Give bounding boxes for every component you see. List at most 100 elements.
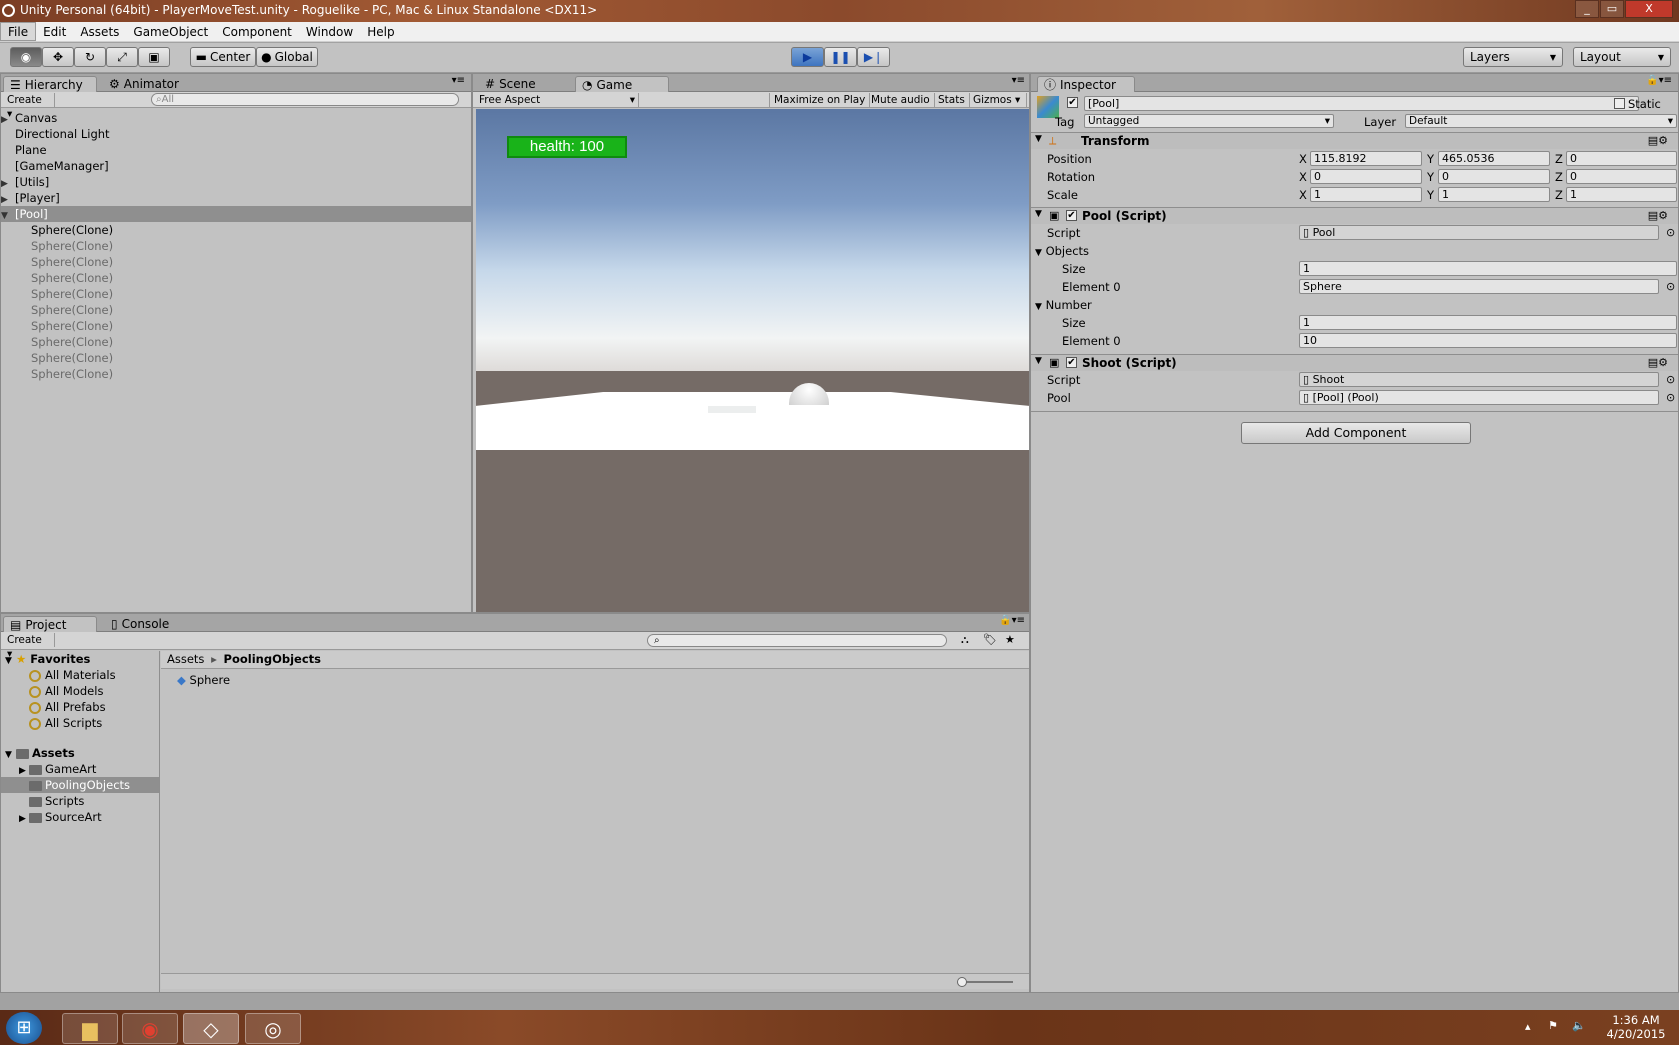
asset-folder-scripts[interactable]: Scripts [1, 793, 159, 809]
hierarchy-item-gamemanager[interactable]: [GameManager] [1, 158, 471, 174]
taskbar-app[interactable]: ◎ [245, 1013, 301, 1044]
object-picker-icon[interactable]: ⊙ [1666, 280, 1675, 293]
static-checkbox[interactable] [1614, 98, 1625, 109]
pivot-global-button[interactable]: ● Global [256, 47, 318, 67]
hierarchy-item-directional-light[interactable]: Directional Light [1, 126, 471, 142]
action-center-icon[interactable]: ⚑ [1548, 1019, 1558, 1032]
pool-script-header[interactable]: ▼ ▣ ✔ Pool (Script) ▤⚙ [1031, 207, 1678, 224]
stats-toggle[interactable]: Stats [934, 93, 970, 107]
hierarchy-child-item[interactable]: Sphere(Clone) [1, 286, 471, 302]
layer-dropdown[interactable]: Default ▾ [1405, 114, 1677, 128]
game-viewport[interactable]: health: 100 [476, 109, 1029, 612]
tab-scene[interactable]: # Scene [479, 76, 542, 92]
collapse-arrow-icon[interactable]: ▼ [1035, 356, 1042, 366]
active-checkbox[interactable]: ✔ [1067, 97, 1078, 108]
rotate-tool-button[interactable]: ↻ [74, 47, 106, 67]
layers-dropdown[interactable]: Layers ▼ [1463, 47, 1563, 67]
hierarchy-child-item[interactable]: Sphere(Clone) [1, 318, 471, 334]
tab-hierarchy[interactable]: ☰ Hierarchy [3, 76, 97, 92]
hierarchy-child-item[interactable]: Sphere(Clone) [1, 222, 471, 238]
shoot-script-field[interactable]: ▯ Shoot [1299, 372, 1659, 387]
filter-label-icon[interactable]: 🏷 [983, 633, 997, 646]
collapse-arrow-icon[interactable]: ▼ [1035, 209, 1042, 219]
hierarchy-child-item[interactable]: Sphere(Clone) [1, 238, 471, 254]
add-component-button[interactable]: Add Component [1241, 422, 1471, 444]
tab-console[interactable]: ▯ Console [105, 616, 175, 632]
position-x-field[interactable]: 115.8192 [1310, 151, 1422, 166]
component-settings-icon[interactable]: ▤⚙ [1648, 134, 1668, 147]
asset-folder-poolingobjects[interactable]: PoolingObjects [1, 777, 159, 793]
rect-tool-button[interactable]: ▣ [138, 47, 170, 67]
breadcrumb-assets[interactable]: Assets [167, 652, 204, 666]
object-name-field[interactable]: [Pool] [1084, 96, 1639, 111]
transform-header[interactable]: ▼ ⟂ Transform ▤⚙ [1031, 132, 1678, 149]
menu-edit[interactable]: Edit [36, 22, 73, 41]
hierarchy-child-item[interactable]: Sphere(Clone) [1, 334, 471, 350]
objects-element0-field[interactable]: Sphere [1299, 279, 1659, 294]
gizmos-dropdown[interactable]: Gizmos ▾ [969, 93, 1027, 107]
component-settings-icon[interactable]: ▤⚙ [1648, 356, 1668, 369]
scale-tool-button[interactable]: ⤢ [106, 47, 138, 67]
project-create-button[interactable]: Create ▾ [3, 633, 55, 660]
breadcrumb-current[interactable]: PoolingObjects [224, 652, 321, 666]
objects-size-field[interactable]: 1 [1299, 261, 1677, 276]
maximize-button[interactable]: ▭ [1600, 0, 1624, 18]
hierarchy-child-item[interactable]: Sphere(Clone) [1, 350, 471, 366]
favorite-item[interactable]: All Prefabs [1, 699, 159, 715]
view-tool-button[interactable]: ◉ [10, 47, 42, 67]
tab-inspector[interactable]: ⓘ Inspector [1037, 76, 1135, 92]
position-y-field[interactable]: 465.0536 [1438, 151, 1550, 166]
component-settings-icon[interactable]: ▤⚙ [1648, 209, 1668, 222]
tab-game[interactable]: ◔ Game [575, 76, 669, 92]
taskbar-unity[interactable]: ◇ [183, 1013, 239, 1044]
menu-file[interactable]: File [0, 22, 37, 41]
layout-dropdown[interactable]: Layout ▼ [1573, 47, 1671, 67]
icon-size-slider-thumb[interactable] [957, 977, 967, 987]
minimize-button[interactable]: _ [1575, 0, 1599, 18]
shoot-enabled-checkbox[interactable]: ✔ [1066, 357, 1077, 368]
lock-icon[interactable]: 🔒▾≡ [1646, 75, 1672, 86]
panel-menu-icon[interactable]: ▾≡ [1012, 75, 1025, 86]
menu-component[interactable]: Component [215, 22, 299, 41]
position-z-field[interactable]: 0 [1566, 151, 1677, 166]
number-foldout[interactable]: ▼ Number [1035, 298, 1092, 312]
show-hidden-icons-icon[interactable]: ▴ [1525, 1020, 1531, 1033]
pool-reference-field[interactable]: ▯ [Pool] (Pool) [1299, 390, 1659, 405]
objects-foldout[interactable]: ▼ Objects [1035, 244, 1089, 258]
pool-script-field[interactable]: ▯ Pool [1299, 225, 1659, 240]
rotation-y-field[interactable]: 0 [1438, 169, 1550, 184]
object-picker-icon[interactable]: ⊙ [1666, 226, 1675, 239]
scale-x-field[interactable]: 1 [1310, 187, 1422, 202]
menu-assets[interactable]: Assets [73, 22, 126, 41]
assets-root[interactable]: ▼ Assets [1, 745, 159, 761]
object-picker-icon[interactable]: ⊙ [1666, 373, 1675, 386]
filter-type-icon[interactable]: ⛬ [961, 633, 969, 647]
object-picker-icon[interactable]: ⊙ [1666, 391, 1675, 404]
mute-audio-toggle[interactable]: Mute audio [867, 93, 935, 107]
project-search-input[interactable]: ⌕ [647, 634, 947, 647]
menu-help[interactable]: Help [360, 22, 401, 41]
scale-y-field[interactable]: 1 [1438, 187, 1550, 202]
collapse-arrow-icon[interactable]: ▼ [1035, 134, 1042, 144]
taskbar-chrome[interactable]: ◉ [122, 1013, 178, 1044]
asset-folder-sourceart[interactable]: ▶ SourceArt [1, 809, 159, 825]
start-button[interactable]: ⊞ [6, 1012, 42, 1044]
pool-enabled-checkbox[interactable]: ✔ [1066, 210, 1077, 221]
hierarchy-child-item[interactable]: Sphere(Clone) [1, 302, 471, 318]
step-button[interactable]: ▶❘ [857, 47, 890, 67]
hierarchy-item-canvas[interactable]: ▶ Canvas [1, 110, 471, 126]
taskbar-explorer[interactable]: ▆ [62, 1013, 118, 1044]
icon-size-slider-track[interactable] [961, 981, 1013, 983]
hierarchy-item-plane[interactable]: Plane [1, 142, 471, 158]
hierarchy-child-item[interactable]: Sphere(Clone) [1, 366, 471, 382]
asset-folder-gameart[interactable]: ▶ GameArt [1, 761, 159, 777]
favorite-item[interactable]: All Models [1, 683, 159, 699]
rotation-x-field[interactable]: 0 [1310, 169, 1422, 184]
rotation-z-field[interactable]: 0 [1566, 169, 1677, 184]
close-button[interactable]: X [1625, 0, 1673, 18]
play-button[interactable]: ▶ [791, 47, 824, 67]
favorite-star-icon[interactable]: ★ [1005, 633, 1015, 646]
tag-dropdown[interactable]: Untagged ▾ [1084, 114, 1334, 128]
asset-item-sphere[interactable]: ◆ Sphere [177, 673, 230, 687]
favorite-item[interactable]: All Scripts [1, 715, 159, 731]
